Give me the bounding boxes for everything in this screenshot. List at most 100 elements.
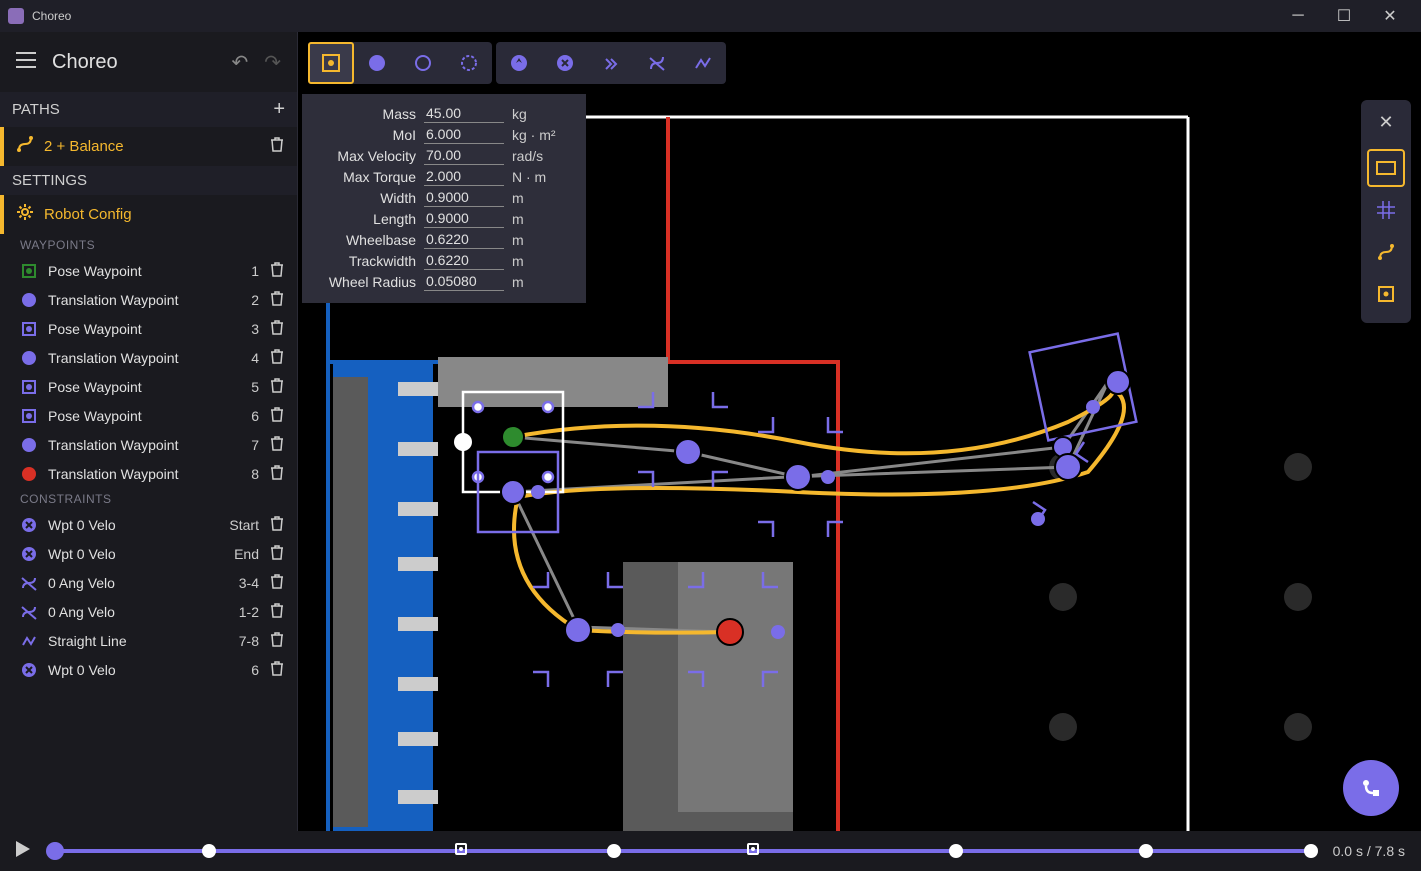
config-field-value[interactable]: 0.9000 — [424, 209, 504, 228]
waypoint-type-icon — [20, 407, 38, 425]
play-button[interactable] — [16, 841, 30, 862]
tool-initial-guess[interactable] — [446, 42, 492, 84]
waypoint-type-icon — [20, 291, 38, 309]
constraint-label: Wpt 0 Velo — [48, 546, 209, 562]
close-button[interactable]: ✕ — [1367, 0, 1413, 32]
tool-heading[interactable] — [496, 42, 542, 84]
view-options-panel: ✕ — [1361, 100, 1411, 323]
paths-section-header: PATHS + — [0, 92, 297, 127]
constraint-scope: 7-8 — [209, 633, 259, 649]
delete-waypoint-button[interactable] — [269, 464, 285, 483]
waypoint-number: 1 — [229, 263, 259, 279]
waypoint-label: Pose Waypoint — [48, 379, 229, 395]
waypoints-label: WAYPOINTS — [0, 234, 297, 256]
tool-forward-constraint[interactable] — [588, 42, 634, 84]
config-field-label: Wheel Radius — [316, 274, 416, 290]
waypoint-item[interactable]: Pose Waypoint 1 — [0, 256, 297, 285]
delete-waypoint-button[interactable] — [269, 319, 285, 338]
delete-waypoint-button[interactable] — [269, 435, 285, 454]
waypoint-label: Pose Waypoint — [48, 408, 229, 424]
window-title: Choreo — [32, 9, 1275, 23]
delete-constraint-button[interactable] — [269, 660, 285, 679]
playhead[interactable] — [46, 842, 64, 860]
view-waypoints-button[interactable] — [1367, 275, 1405, 313]
tool-pose-waypoint[interactable] — [308, 42, 354, 84]
robot-config-label: Robot Config — [44, 206, 285, 223]
config-field-unit: kg · m² — [512, 127, 572, 143]
tool-translation-waypoint[interactable] — [354, 42, 400, 84]
sidebar: Choreo ↶ ↷ PATHS + 2 + Balance SETTINGS — [0, 32, 298, 831]
waypoint-item[interactable]: Pose Waypoint 3 — [0, 314, 297, 343]
waypoint-item[interactable]: Pose Waypoint 6 — [0, 401, 297, 430]
config-field-label: Mass — [316, 106, 416, 122]
delete-waypoint-button[interactable] — [269, 406, 285, 425]
waypoint-item[interactable]: Translation Waypoint 8 — [0, 459, 297, 488]
constraint-scope: 3-4 — [209, 575, 259, 591]
app-icon — [8, 8, 24, 24]
add-path-button[interactable]: + — [273, 98, 285, 121]
config-field-unit: m — [512, 232, 572, 248]
constraint-item[interactable]: Wpt 0 Velo Start — [0, 510, 297, 539]
delete-waypoint-button[interactable] — [269, 348, 285, 367]
constraint-scope: End — [209, 546, 259, 562]
constraint-item[interactable]: Wpt 0 Velo End — [0, 539, 297, 568]
tool-empty-waypoint[interactable] — [400, 42, 446, 84]
waypoint-item[interactable]: Pose Waypoint 5 — [0, 372, 297, 401]
waypoint-item[interactable]: Translation Waypoint 2 — [0, 285, 297, 314]
view-field-button[interactable] — [1367, 149, 1405, 187]
constraint-item[interactable]: 0 Ang Velo 3-4 — [0, 568, 297, 597]
constraint-item[interactable]: 0 Ang Velo 1-2 — [0, 597, 297, 626]
config-field-unit: kg — [512, 106, 572, 122]
waypoint-label: Translation Waypoint — [48, 437, 229, 453]
config-field-value[interactable]: 0.9000 — [424, 188, 504, 207]
delete-constraint-button[interactable] — [269, 544, 285, 563]
undo-button[interactable]: ↶ — [231, 50, 248, 75]
view-grid-button[interactable] — [1367, 191, 1405, 229]
timeline-track[interactable] — [50, 849, 1317, 853]
waypoint-item[interactable]: Translation Waypoint 4 — [0, 343, 297, 372]
delete-waypoint-button[interactable] — [269, 377, 285, 396]
delete-waypoint-button[interactable] — [269, 261, 285, 280]
view-trajectory-button[interactable] — [1367, 233, 1405, 271]
constraint-item[interactable]: Wpt 0 Velo 6 — [0, 655, 297, 684]
generate-button[interactable] — [1343, 760, 1399, 816]
delete-waypoint-button[interactable] — [269, 290, 285, 309]
tool-line-constraint[interactable] — [680, 42, 726, 84]
constraint-item[interactable]: Straight Line 7-8 — [0, 626, 297, 655]
settings-section-header: SETTINGS — [0, 166, 297, 195]
config-row: Max Torque 2.000 N · m — [316, 167, 572, 186]
path-name: 2 + Balance — [44, 138, 269, 155]
maximize-button[interactable]: ☐ — [1321, 0, 1367, 32]
constraint-label: Wpt 0 Velo — [48, 662, 209, 678]
config-field-unit: rad/s — [512, 148, 572, 164]
minimize-button[interactable]: ─ — [1275, 0, 1321, 32]
config-field-value[interactable]: 2.000 — [424, 167, 504, 186]
config-field-label: Max Velocity — [316, 148, 416, 164]
robot-config-item[interactable]: Robot Config — [0, 195, 297, 234]
config-field-value[interactable]: 6.000 — [424, 125, 504, 144]
menu-button[interactable] — [16, 52, 36, 73]
waypoint-item[interactable]: Translation Waypoint 7 — [0, 430, 297, 459]
path-item[interactable]: 2 + Balance — [0, 127, 297, 166]
constraint-scope: Start — [209, 517, 259, 533]
tool-velocity-constraint[interactable] — [542, 42, 588, 84]
config-field-value[interactable]: 0.05080 — [424, 272, 504, 291]
redo-button[interactable]: ↷ — [264, 50, 281, 75]
delete-constraint-button[interactable] — [269, 573, 285, 592]
config-field-value[interactable]: 45.00 — [424, 104, 504, 123]
config-field-value[interactable]: 0.6220 — [424, 251, 504, 270]
config-row: Trackwidth 0.6220 m — [316, 251, 572, 270]
waypoint-type-icon — [20, 262, 38, 280]
delete-constraint-button[interactable] — [269, 602, 285, 621]
close-panel-button[interactable]: ✕ — [1367, 106, 1405, 139]
config-field-label: Width — [316, 190, 416, 206]
waypoint-number: 2 — [229, 292, 259, 308]
delete-constraint-button[interactable] — [269, 631, 285, 650]
waypoint-number: 8 — [229, 466, 259, 482]
tool-angular-constraint[interactable] — [634, 42, 680, 84]
config-field-value[interactable]: 70.00 — [424, 146, 504, 165]
config-field-value[interactable]: 0.6220 — [424, 230, 504, 249]
delete-constraint-button[interactable] — [269, 515, 285, 534]
config-row: Width 0.9000 m — [316, 188, 572, 207]
delete-path-button[interactable] — [269, 136, 285, 157]
